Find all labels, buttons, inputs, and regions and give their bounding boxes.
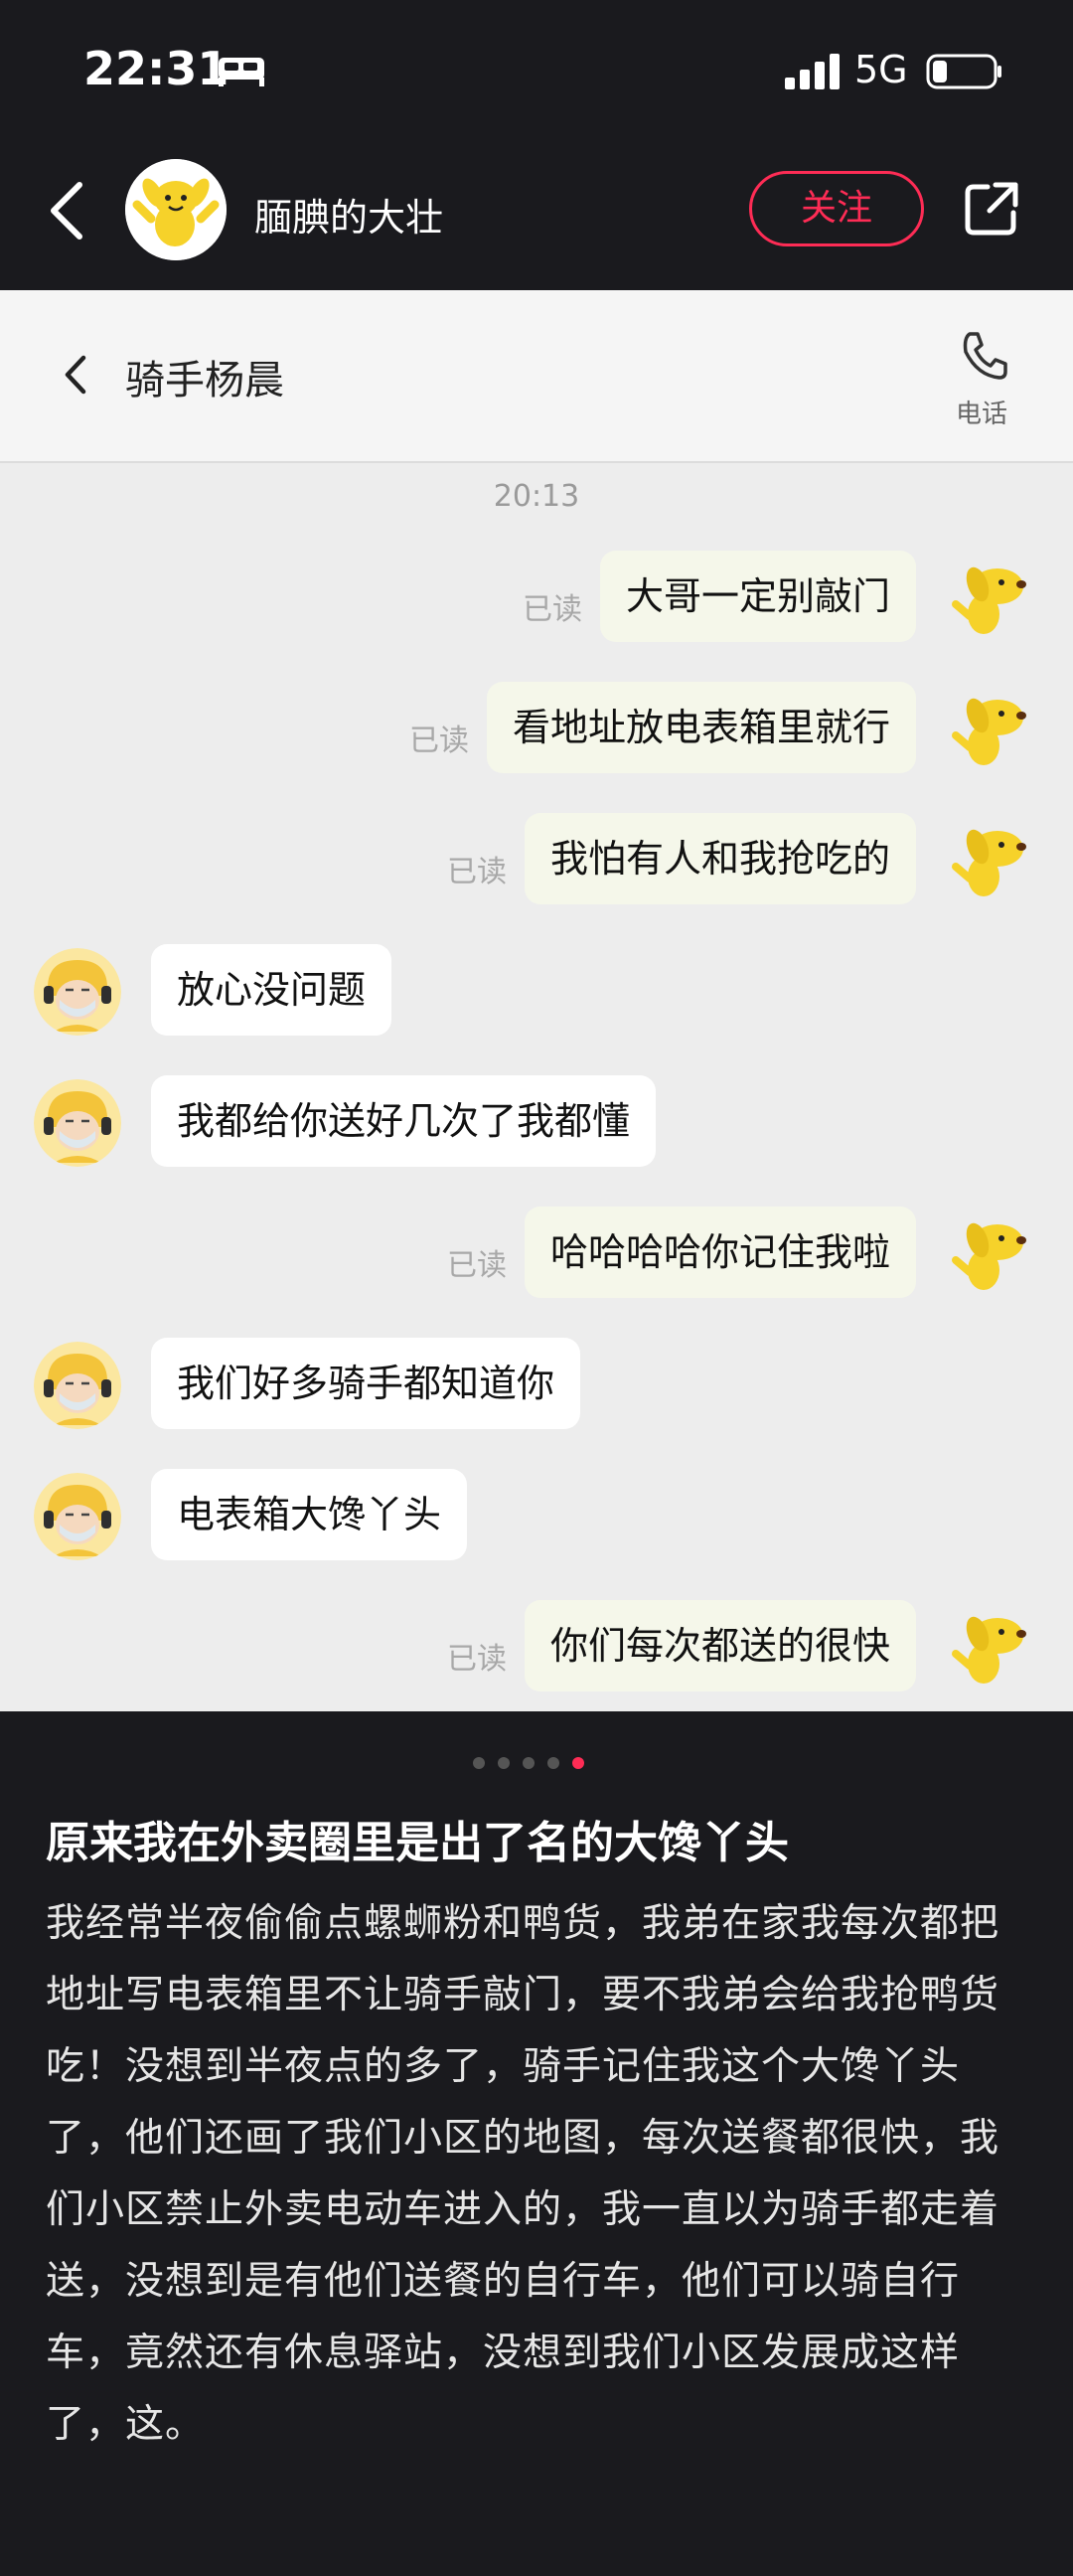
- chevron-left-icon[interactable]: [62, 350, 91, 400]
- back-icon[interactable]: [46, 179, 89, 242]
- message-row: 大哥一定别敲门 已读: [0, 551, 1073, 642]
- received-message-bubble[interactable]: 我都给你送好几次了我都懂: [151, 1075, 657, 1167]
- dog-avatar-icon[interactable]: [948, 555, 1033, 640]
- network-label: 5G: [854, 48, 908, 91]
- post-body-text: 我经常半夜偷偷点螺蛳粉和鸭货，我弟在家我每次都把地址写电表箱里不让骑手敲门，要不…: [46, 1901, 1000, 2447]
- sent-message-bubble[interactable]: 大哥一定别敲门: [599, 551, 916, 642]
- profile-name[interactable]: 腼腆的大壮: [254, 187, 443, 242]
- read-receipt: 已读: [409, 724, 469, 758]
- message-row: 看地址放电表箱里就行 已读: [0, 682, 1073, 773]
- post-body: 我经常半夜偷偷点螺蛳粉和鸭货，我弟在家我每次都把地址写电表箱里不让骑手敲门，要不…: [46, 1888, 999, 2461]
- carousel-dot[interactable]: [498, 1757, 510, 1769]
- rider-avatar-icon[interactable]: [34, 1342, 121, 1429]
- signal-icon: [785, 54, 840, 89]
- carousel-dot[interactable]: [523, 1757, 535, 1769]
- avatar[interactable]: [125, 159, 227, 260]
- message-row: 我怕有人和我抢吃的 已读: [0, 813, 1073, 904]
- read-receipt: 已读: [523, 592, 582, 627]
- rider-avatar-icon[interactable]: [34, 1079, 121, 1167]
- rider-avatar-icon[interactable]: [34, 1473, 121, 1560]
- share-icon[interactable]: [962, 179, 1021, 239]
- bed-icon: [219, 58, 264, 86]
- message-row: 哈哈哈哈你记住我啦 已读: [0, 1207, 1073, 1298]
- follow-button[interactable]: 关注: [749, 171, 924, 246]
- phone-icon[interactable]: [958, 328, 1011, 382]
- message-row: 我们好多骑手都知道你: [0, 1338, 1073, 1429]
- dog-mascot-icon: [125, 159, 227, 260]
- chat-timestamp: 20:13: [493, 479, 580, 514]
- read-receipt: 已读: [447, 1248, 507, 1283]
- battery-icon: [926, 54, 1001, 89]
- carousel-dot[interactable]: [473, 1757, 485, 1769]
- rider-avatar-icon[interactable]: [34, 948, 121, 1036]
- call-label: 电话: [956, 400, 1008, 429]
- received-message-bubble[interactable]: 电表箱大馋丫头: [151, 1469, 468, 1560]
- message-row: 我都给你送好几次了我都懂: [0, 1075, 1073, 1167]
- carousel-dot[interactable]: [547, 1757, 559, 1769]
- chat-screenshot: 骑手杨晨 电话 20:13 大哥一定别敲门 已读 看地址放电表箱里就行 已读 我怕有人和…: [0, 290, 1073, 1719]
- post-title: 原来我在外卖圈里是出了名的大馋丫头: [46, 1818, 789, 1868]
- status-time: 22:31: [83, 42, 230, 95]
- status-bar: 22:31 5G: [0, 0, 1073, 139]
- dog-avatar-icon[interactable]: [948, 1210, 1033, 1296]
- post-body-tail: 。: [165, 2402, 206, 2447]
- carousel-indicator: [473, 1757, 602, 1771]
- received-message-bubble[interactable]: 我们好多骑手都知道你: [151, 1338, 581, 1429]
- message-row: 电表箱大馋丫头: [0, 1469, 1073, 1560]
- dog-avatar-icon[interactable]: [948, 817, 1033, 902]
- message-row: 你们每次都送的很快 已读: [0, 1600, 1073, 1691]
- sent-message-bubble[interactable]: 我怕有人和我抢吃的: [524, 813, 916, 904]
- dog-avatar-icon[interactable]: [948, 1604, 1033, 1690]
- read-receipt: 已读: [447, 1642, 507, 1677]
- dog-avatar-icon[interactable]: [948, 686, 1033, 771]
- received-message-bubble[interactable]: 放心没问题: [151, 944, 392, 1036]
- profile-header: 腼腆的大壮 关注: [0, 139, 1073, 290]
- chat-contact-name: 骑手杨晨: [125, 358, 284, 403]
- divider: [0, 1711, 1073, 1719]
- sent-message-bubble[interactable]: 哈哈哈哈你记住我啦: [524, 1207, 916, 1298]
- sent-message-bubble[interactable]: 看地址放电表箱里就行: [486, 682, 916, 773]
- sent-message-bubble[interactable]: 你们每次都送的很快: [524, 1600, 916, 1691]
- carousel-dot[interactable]: [572, 1757, 584, 1769]
- chat-header: 骑手杨晨 电话: [0, 290, 1073, 463]
- read-receipt: 已读: [447, 855, 507, 889]
- message-row: 放心没问题: [0, 944, 1073, 1036]
